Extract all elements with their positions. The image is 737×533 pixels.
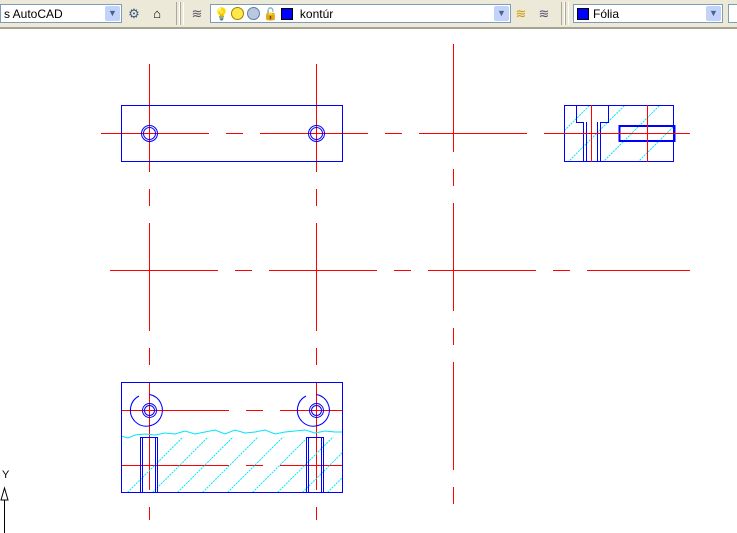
layer-previous-icon[interactable]: ≋ bbox=[535, 5, 553, 23]
linetype-combo[interactable] bbox=[728, 4, 737, 23]
lightbulb-icon[interactable]: 💡 bbox=[214, 7, 229, 21]
chevron-down-icon[interactable]: ▼ bbox=[105, 6, 120, 21]
ucs-icon bbox=[0, 486, 9, 533]
toolbar: s AutoCAD ▼ ⚙ ⌂ ≋ 💡 🔓 kontúr ▼ ≋ ≋ Fólia… bbox=[0, 0, 737, 29]
color-combo[interactable]: Fólia ▼ bbox=[573, 4, 723, 23]
layer-color-swatch bbox=[280, 7, 293, 20]
sun-icon[interactable] bbox=[230, 7, 244, 20]
color-name: Fólia bbox=[593, 6, 620, 21]
layer-manager-icon[interactable]: ≋ bbox=[188, 5, 206, 23]
ucs-y-label: Y bbox=[2, 469, 10, 481]
dimension-style-icon[interactable]: ⚙ bbox=[125, 5, 143, 23]
toolbar-divider bbox=[565, 2, 569, 25]
center-lines bbox=[101, 44, 690, 520]
layer-combo[interactable]: 💡 🔓 kontúr ▼ bbox=[210, 4, 511, 23]
front-view-section bbox=[120, 382, 343, 493]
text-style-combo[interactable]: s AutoCAD ▼ bbox=[0, 4, 122, 23]
make-current-layer-icon[interactable]: ≋ bbox=[512, 5, 530, 23]
drawing-canvas[interactable]: Y bbox=[0, 29, 737, 533]
layer-name: kontúr bbox=[299, 6, 334, 21]
freeze-viewport-icon[interactable] bbox=[246, 7, 260, 20]
chevron-down-icon[interactable]: ▼ bbox=[706, 6, 721, 21]
text-style-value: s AutoCAD bbox=[4, 6, 63, 21]
break-line bbox=[120, 429, 343, 439]
color-swatch bbox=[577, 7, 589, 20]
side-view bbox=[550, 105, 690, 162]
chevron-down-icon[interactable]: ▼ bbox=[494, 6, 509, 21]
lock-icon[interactable]: 🔓 bbox=[263, 7, 278, 21]
block-icon[interactable]: ⌂ bbox=[148, 5, 166, 23]
toolbar-divider bbox=[180, 2, 184, 25]
